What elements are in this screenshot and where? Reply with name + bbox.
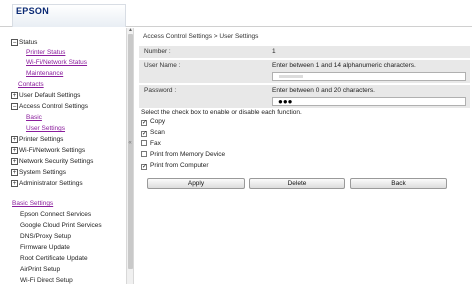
checkbox-computer-box[interactable]: ✓: [141, 164, 147, 170]
expand-icon[interactable]: +: [11, 180, 18, 187]
link-label[interactable]: Basic: [26, 113, 42, 123]
sidebar-scrollbar[interactable]: ▲: [126, 28, 134, 284]
password-row: Password : Enter between 0 and 20 charac…: [139, 85, 470, 108]
username-hint: Enter between 1 and 14 alphanumeric char…: [272, 62, 416, 69]
checkbox-print-from-computer[interactable]: ✓ Print from Computer: [141, 161, 209, 171]
sidebar-item-label: Printer Settings: [19, 136, 64, 143]
checkbox-scan-box[interactable]: ✓: [141, 131, 147, 137]
link-label[interactable]: User Settings: [26, 124, 65, 134]
checkbox-scan[interactable]: ✓ Scan: [141, 128, 165, 138]
link-label[interactable]: Wi-Fi/Network Status: [26, 58, 87, 68]
username-value-redacted: [279, 75, 303, 78]
checkbox-memory-device-box[interactable]: [141, 151, 147, 157]
link-label[interactable]: Epson Connect Services: [20, 210, 91, 220]
link-label[interactable]: AirPrint Setup: [20, 265, 60, 275]
link-label[interactable]: Basic Settings: [12, 199, 53, 209]
checkbox-copy[interactable]: ✓ Copy: [141, 117, 165, 127]
username-input[interactable]: [272, 72, 466, 81]
checkbox-label: Print from Memory Device: [150, 151, 226, 158]
expand-icon[interactable]: +: [11, 147, 18, 154]
expand-icon[interactable]: +: [11, 158, 18, 165]
breadcrumb: Access Control Settings > User Settings: [139, 31, 470, 42]
expand-icon[interactable]: +: [11, 169, 18, 176]
scrollbar-thumb[interactable]: [128, 34, 133, 269]
checkbox-label: Copy: [150, 118, 166, 125]
link-label[interactable]: Google Cloud Print Services: [20, 221, 102, 231]
collapse-sidebar-icon[interactable]: «: [127, 140, 133, 148]
expand-icon[interactable]: +: [11, 136, 18, 143]
collapse-icon[interactable]: −: [11, 103, 18, 110]
link-label[interactable]: Wi-Fi Direct Setup: [20, 276, 73, 284]
main-content: Access Control Settings > User Settings …: [139, 28, 470, 284]
checkbox-fax[interactable]: Fax: [141, 139, 161, 149]
sidebar-item-label: Status: [19, 39, 38, 46]
checkbox-label: Print from Computer: [150, 162, 209, 169]
header-bar: EPSON: [0, 0, 472, 27]
expand-icon[interactable]: +: [11, 92, 18, 99]
epson-logo: EPSON: [16, 6, 50, 16]
link-label[interactable]: Maintenance: [26, 69, 63, 79]
back-button[interactable]: Back: [350, 178, 447, 189]
checkbox-fax-box[interactable]: [141, 140, 147, 146]
password-input[interactable]: ●●●: [272, 97, 466, 106]
apply-button[interactable]: Apply: [147, 178, 245, 189]
checkbox-copy-box[interactable]: ✓: [141, 120, 147, 126]
checkbox-print-from-memory-device[interactable]: Print from Memory Device: [141, 150, 225, 160]
username-row: User Name : Enter between 1 and 14 alpha…: [139, 60, 470, 83]
checkbox-label: Scan: [150, 129, 165, 136]
number-value: 1: [272, 48, 276, 55]
collapse-icon[interactable]: −: [11, 39, 18, 46]
sidebar-item-label: Network Security Settings: [19, 158, 94, 165]
username-label: User Name :: [144, 62, 181, 69]
link-label[interactable]: Contacts: [18, 80, 44, 90]
password-masked-value: ●●●: [278, 97, 293, 106]
sidebar-item-label: Administrator Settings: [19, 180, 83, 187]
number-label: Number :: [144, 48, 171, 55]
link-label[interactable]: Root Certificate Update: [20, 254, 88, 264]
link-label[interactable]: DNS/Proxy Setup: [20, 232, 71, 242]
password-hint: Enter between 0 and 20 characters.: [272, 87, 375, 94]
delete-button[interactable]: Delete: [249, 178, 345, 189]
sidebar-item-label: System Settings: [19, 169, 66, 176]
sidebar-item-label: User Default Settings: [19, 92, 81, 99]
password-label: Password :: [144, 87, 177, 94]
checkbox-label: Fax: [150, 140, 161, 147]
number-row: Number : 1: [139, 46, 470, 58]
link-label[interactable]: Firmware Update: [20, 243, 70, 253]
link-label[interactable]: Printer Status: [26, 48, 65, 58]
sidebar-item-label: Wi-Fi/Network Settings: [19, 147, 86, 154]
sidebar-nav: − Status Printer Status Wi-Fi/Network St…: [0, 28, 126, 284]
scroll-up-arrow-icon[interactable]: ▲: [128, 28, 133, 33]
sidebar-item-label: Access Control Settings: [19, 103, 89, 110]
